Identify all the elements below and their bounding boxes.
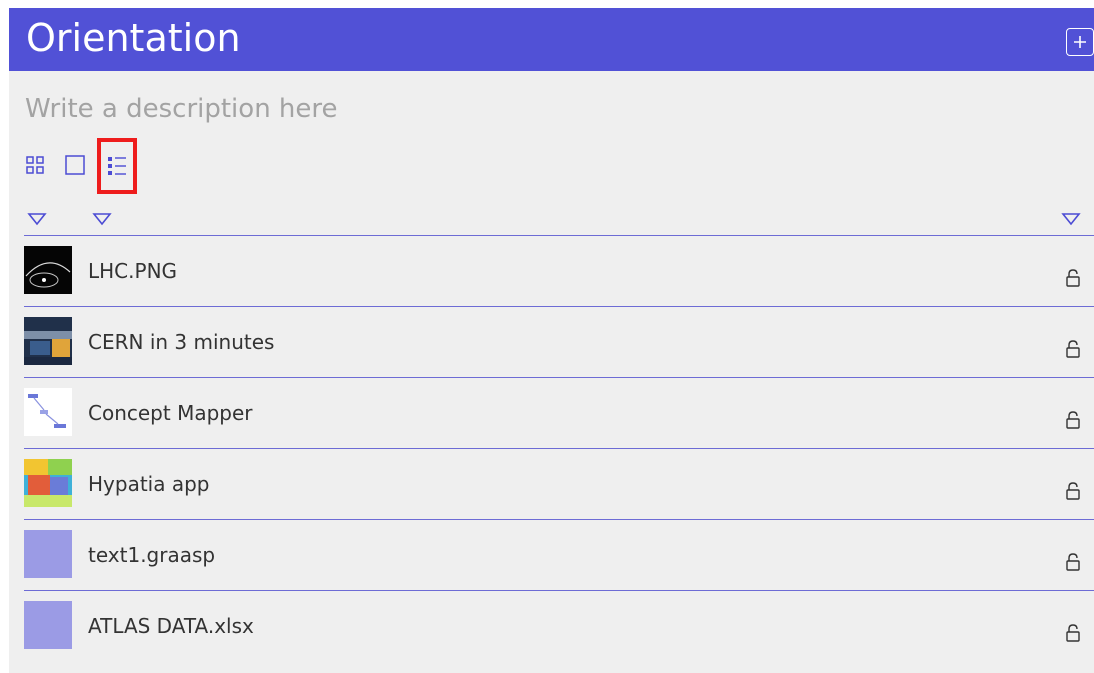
item-thumbnail [24, 459, 72, 507]
grid-icon [26, 156, 44, 174]
triangle-down-icon[interactable] [27, 212, 47, 226]
add-item-button[interactable] [1066, 28, 1094, 56]
plus-square-icon [1074, 36, 1086, 48]
unlock-icon[interactable] [1066, 269, 1080, 287]
item-thumbnail [24, 530, 72, 578]
list-item[interactable]: Hypatia app [24, 449, 1094, 520]
list-icon [108, 157, 126, 175]
item-name: CERN in 3 minutes [88, 330, 275, 354]
unlock-icon[interactable] [1066, 553, 1080, 571]
list-item[interactable]: Concept Mapper [24, 378, 1094, 449]
description-field[interactable]: Write a description here [25, 93, 338, 125]
list-item[interactable]: CERN in 3 minutes [24, 307, 1094, 378]
single-view-button[interactable] [65, 153, 85, 177]
item-name: LHC.PNG [88, 259, 178, 283]
item-thumbnail [24, 317, 72, 365]
list-item[interactable]: ATLAS DATA.xlsx [24, 591, 1094, 661]
item-name: text1.graasp [88, 543, 216, 567]
item-list: LHC.PNG CERN in 3 minutes Concept Mapper… [24, 236, 1094, 661]
unlock-icon[interactable] [1066, 482, 1080, 500]
list-item[interactable]: LHC.PNG [24, 236, 1094, 307]
unlock-icon[interactable] [1066, 624, 1080, 642]
item-name: Hypatia app [88, 472, 210, 496]
unlock-icon[interactable] [1066, 340, 1080, 358]
header-bar: Orientation [9, 8, 1094, 71]
list-view-button[interactable] [97, 138, 137, 194]
grid-view-button[interactable] [25, 153, 45, 177]
item-thumbnail [24, 601, 72, 649]
page-title: Orientation [26, 16, 241, 60]
item-thumbnail [24, 246, 72, 294]
triangle-down-icon[interactable] [92, 212, 112, 226]
unlock-icon[interactable] [1066, 411, 1080, 429]
square-icon [65, 155, 85, 175]
list-item[interactable]: text1.graasp [24, 520, 1094, 591]
space-panel: Orientation Write a description here LHC… [9, 8, 1094, 673]
item-name: ATLAS DATA.xlsx [88, 614, 254, 638]
item-name: Concept Mapper [88, 401, 253, 425]
item-thumbnail [24, 388, 72, 436]
triangle-down-icon[interactable] [1061, 212, 1081, 226]
